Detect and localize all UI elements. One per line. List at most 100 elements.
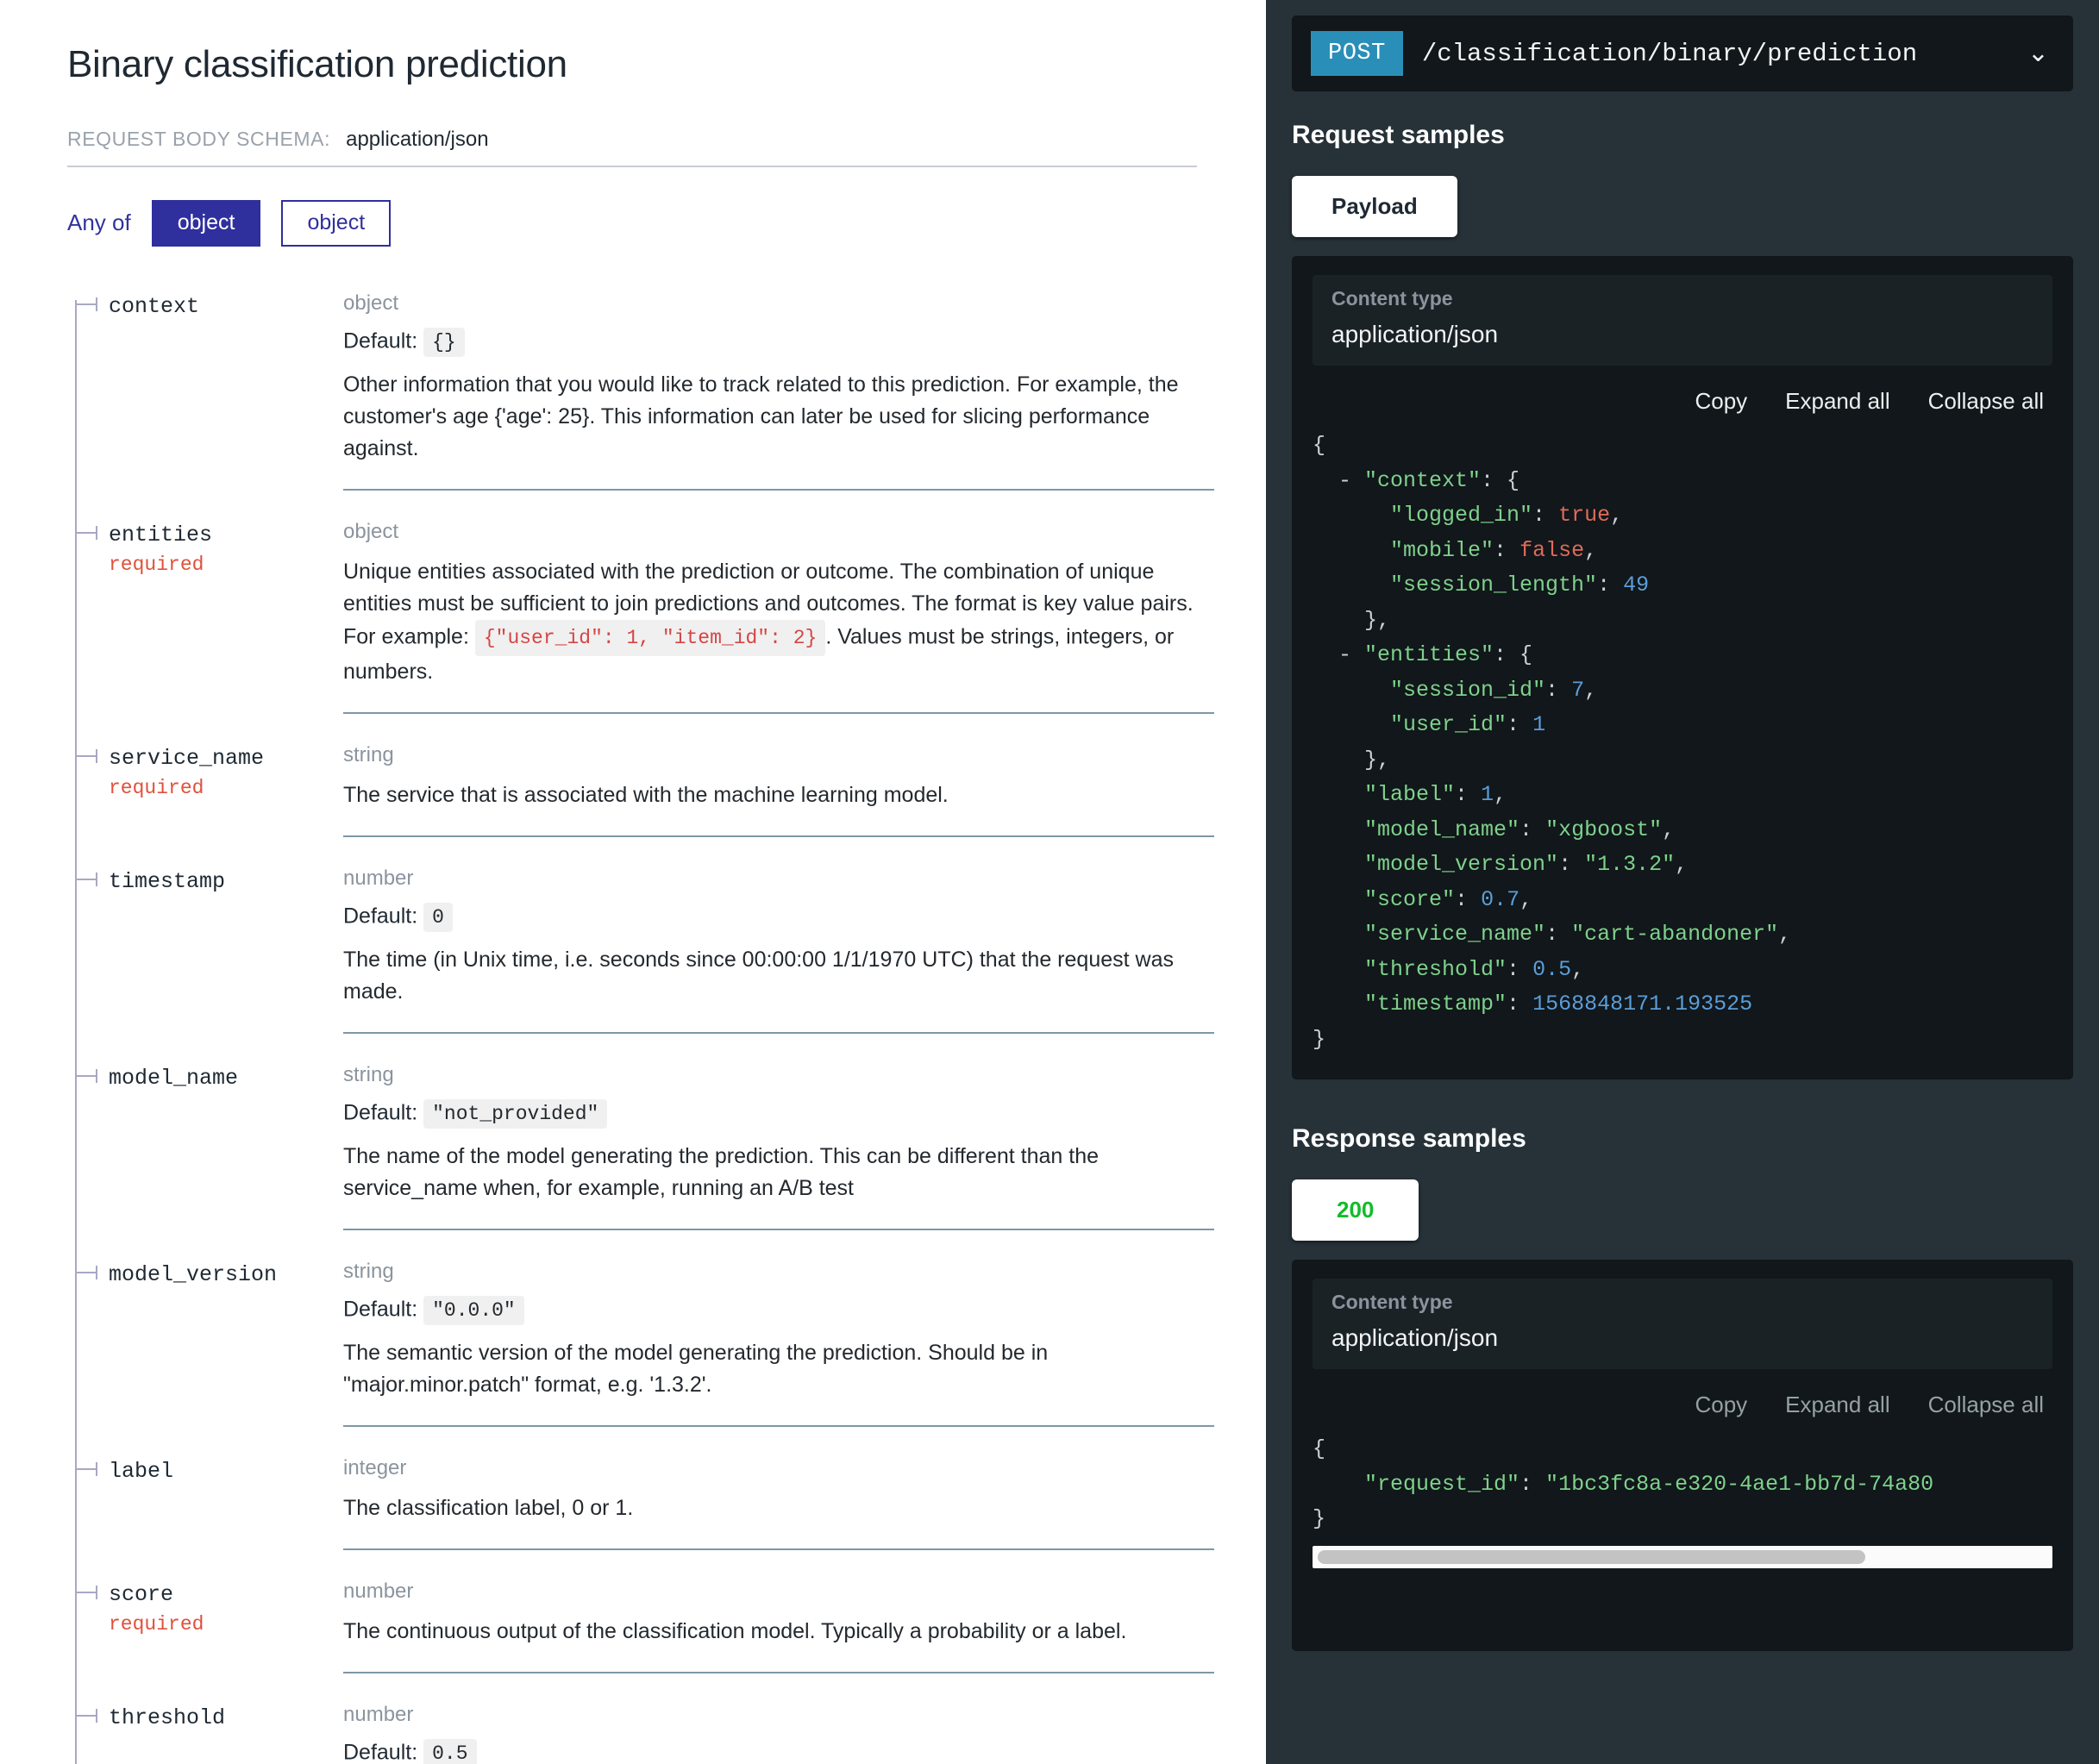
page-title: Binary classification prediction bbox=[67, 43, 567, 85]
property-row-spacer bbox=[67, 1034, 1214, 1060]
code-token: true bbox=[1558, 503, 1611, 528]
code-token: "context" bbox=[1364, 467, 1482, 493]
code-token: "request_id" bbox=[1364, 1471, 1520, 1497]
schema-property-row: score required number The continuous output… bbox=[67, 1576, 1214, 1673]
property-detail-cell: object Default: {} Other information that … bbox=[343, 288, 1214, 491]
code-token: , bbox=[1519, 886, 1533, 912]
property-description: The continuous output of the classificat… bbox=[343, 1616, 1206, 1648]
code-token: "mobile" bbox=[1390, 537, 1494, 563]
code-token: }, bbox=[1364, 607, 1391, 633]
code-token: : bbox=[1519, 816, 1546, 842]
code-line: { bbox=[1313, 1432, 2052, 1467]
code-token: , bbox=[1584, 677, 1598, 703]
code-fold-toggle[interactable]: - bbox=[1313, 642, 1364, 667]
code-token: 49 bbox=[1623, 572, 1650, 597]
property-description-text: The semantic version of the model genera… bbox=[343, 1340, 1049, 1397]
property-name: threshold bbox=[109, 1705, 226, 1730]
property-default-value: "not_provided" bbox=[423, 1098, 608, 1129]
response-json-code: { "request_id": "1bc3fc8a-e320-4ae1-bb7d… bbox=[1313, 1429, 2052, 1537]
property-name: score bbox=[109, 1581, 174, 1607]
endpoint-selector[interactable]: POST /classification/binary/prediction ⌄ bbox=[1292, 16, 2073, 91]
response-sample-tabs: 200 bbox=[1292, 1179, 2073, 1241]
property-detail-cell: string Default: "not_provided" The name of… bbox=[343, 1060, 1214, 1230]
code-token: { bbox=[1313, 1436, 1326, 1461]
property-description-text: Other information that you would like to… bbox=[343, 372, 1179, 460]
property-default-label: Default: bbox=[343, 1297, 424, 1322]
tree-branch-connector bbox=[75, 1068, 97, 1083]
code-fold-toggle[interactable]: - bbox=[1313, 468, 1364, 493]
any-of-tab-0[interactable]: object bbox=[151, 200, 261, 247]
schema-property-row: threshold numberDefault: 0.5The threshold… bbox=[67, 1699, 1214, 1764]
property-detail-cell: numberDefault: 0.5The threshold used to … bbox=[343, 1699, 1214, 1764]
property-name: context bbox=[109, 293, 200, 319]
any-of-tab-1[interactable]: object bbox=[281, 200, 392, 247]
tree-branch-connector bbox=[75, 1461, 97, 1476]
code-token: : bbox=[1558, 852, 1585, 877]
request-content-type[interactable]: Content type application/json bbox=[1313, 275, 2052, 366]
request-json-code: { - "context": { "logged_in": true, "mob… bbox=[1313, 425, 2052, 1057]
response-copy-button[interactable]: Copy bbox=[1695, 1392, 1747, 1418]
code-line: "threshold": 0.5, bbox=[1313, 953, 2052, 988]
property-row-spacer bbox=[67, 1427, 1214, 1453]
property-detail-cell: number The continuous output of the class… bbox=[343, 1576, 1214, 1673]
collapse-all-button[interactable]: Collapse all bbox=[1928, 388, 2044, 415]
code-token: "model_name" bbox=[1364, 816, 1520, 842]
code-line: } bbox=[1313, 1502, 2052, 1537]
property-description: The service that is associated with the … bbox=[343, 779, 1206, 811]
tree-branch-connector bbox=[75, 297, 97, 311]
property-row-spacer bbox=[67, 1230, 1214, 1256]
property-name-cell: context bbox=[67, 288, 343, 491]
code-token: : bbox=[1507, 712, 1533, 737]
schema-property-row: model_name string Default: "not_provided" T… bbox=[67, 1060, 1214, 1230]
property-name-cell: threshold bbox=[67, 1699, 343, 1764]
code-token: "session_length" bbox=[1390, 572, 1598, 597]
code-token: , bbox=[1675, 852, 1689, 877]
property-example-code: {"user_id": 1, "item_id": 2} bbox=[474, 619, 826, 656]
chevron-down-icon[interactable]: ⌄ bbox=[2027, 41, 2054, 66]
response-horizontal-scrollbar[interactable] bbox=[1313, 1545, 2052, 1568]
property-type: string bbox=[343, 1062, 394, 1086]
scrollbar-thumb[interactable] bbox=[1318, 1549, 1865, 1564]
code-line: "label": 1, bbox=[1313, 778, 2052, 813]
tree-branch-connector bbox=[75, 525, 97, 540]
property-name: service_name bbox=[109, 745, 265, 771]
code-token: : { bbox=[1494, 642, 1533, 667]
code-token: "entities" bbox=[1364, 642, 1494, 667]
copy-button[interactable]: Copy bbox=[1695, 388, 1747, 415]
request-samples-section: Request samples Payload Content type app… bbox=[1292, 121, 2073, 1079]
code-token: : bbox=[1494, 537, 1520, 563]
property-row-spacer bbox=[67, 1550, 1214, 1576]
property-type: string bbox=[343, 1259, 394, 1283]
code-token: "threshold" bbox=[1364, 956, 1507, 982]
response-collapse-all-button[interactable]: Collapse all bbox=[1928, 1392, 2044, 1418]
property-type: integer bbox=[343, 1455, 407, 1479]
request-content-type-label: Content type bbox=[1331, 287, 1453, 310]
expand-all-button[interactable]: Expand all bbox=[1785, 388, 1889, 415]
code-token: , bbox=[1494, 782, 1507, 807]
property-default-label: Default: bbox=[343, 1740, 424, 1764]
api-docs-page: Binary classification prediction REQUEST… bbox=[0, 0, 2099, 1764]
property-name-cell: entities required bbox=[67, 516, 343, 714]
tab-status-200[interactable]: 200 bbox=[1292, 1179, 1419, 1241]
samples-panel: POST /classification/binary/prediction ⌄… bbox=[1266, 0, 2099, 1764]
code-token: "1.3.2" bbox=[1584, 852, 1676, 877]
property-default-value: "0.0.0" bbox=[423, 1295, 524, 1325]
property-type: number bbox=[343, 1579, 414, 1603]
tab-payload[interactable]: Payload bbox=[1292, 176, 1457, 237]
property-default: Default: "not_provided" bbox=[343, 1098, 1206, 1129]
response-expand-all-button[interactable]: Expand all bbox=[1785, 1392, 1889, 1418]
schema-property-row: label integer The classification label, 0 … bbox=[67, 1453, 1214, 1550]
property-detail-cell: object Unique entities associated with th… bbox=[343, 516, 1214, 714]
response-content-type[interactable]: Content type application/json bbox=[1313, 1279, 2052, 1369]
documentation-panel: Binary classification prediction REQUEST… bbox=[0, 0, 1266, 1764]
code-token: "xgboost" bbox=[1545, 816, 1663, 842]
